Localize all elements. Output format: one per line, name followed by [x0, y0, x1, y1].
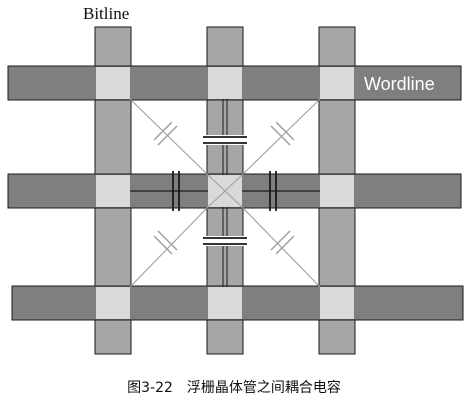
- floating-gate-cell: [96, 287, 130, 319]
- floating-gate-cell: [320, 287, 354, 319]
- capacitor-vertical-top: [203, 135, 247, 145]
- capacitor-vertical-bottom: [203, 236, 247, 246]
- coupling-line-diagonal: [241, 206, 321, 288]
- coupling-capacitance-diagram: Bitline Wordline 图3-22 浮栅晶体管之间耦合电容: [7, 4, 464, 396]
- capacitor-plate: [153, 235, 173, 255]
- floating-gate-cell: [96, 67, 130, 99]
- capacitor-plate: [275, 121, 295, 141]
- floating-gate-cell: [96, 175, 130, 207]
- floating-gate-cell: [208, 287, 242, 319]
- wordline-label: Wordline: [364, 74, 435, 94]
- capacitor-diagonal-bottom-right: [270, 230, 295, 255]
- capacitor-plate: [270, 125, 291, 146]
- floating-gate-cell: [320, 175, 354, 207]
- floating-gate-cell: [208, 67, 242, 99]
- capacitor-plate: [157, 230, 178, 251]
- floating-gate-cell: [320, 67, 354, 99]
- figure-caption: 图3-22 浮栅晶体管之间耦合电容: [127, 379, 341, 396]
- capacitor-diagonal-top-right: [270, 121, 295, 146]
- coupling-line-diagonal: [129, 206, 209, 288]
- bitline-label: Bitline: [83, 4, 129, 23]
- coupling-line-diagonal: [129, 98, 209, 176]
